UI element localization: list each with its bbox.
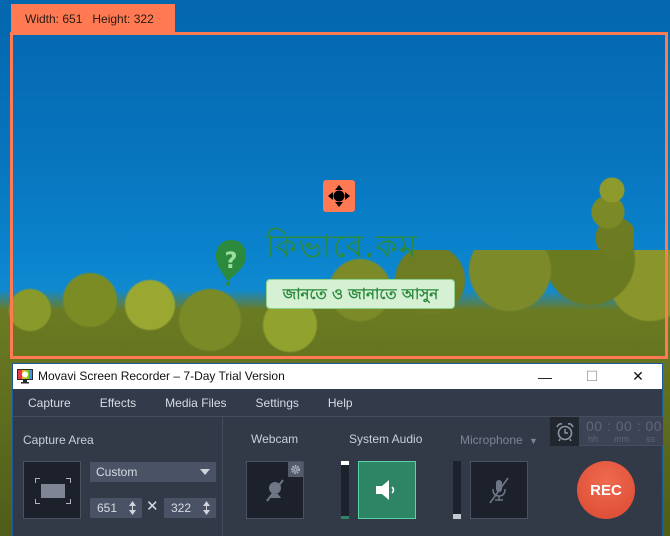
timer-unit-hours: hh	[588, 434, 599, 444]
microphone-label: Microphone	[460, 433, 523, 447]
watermark-tagline: জানতে ও জানাতে আসুন	[266, 279, 455, 309]
close-button[interactable]: ✕	[615, 364, 661, 389]
maximize-button[interactable]: ☐	[569, 364, 615, 389]
area-preset-dropdown[interactable]: Custom	[90, 462, 216, 482]
select-area-button[interactable]	[23, 461, 81, 519]
webcam-off-icon	[266, 479, 284, 502]
app-icon	[17, 369, 33, 384]
timer-value: 00 : 00 : 00	[586, 418, 663, 434]
webcam-toggle[interactable]	[246, 461, 304, 519]
corner-mark	[66, 499, 71, 504]
timer-unit-seconds: ss	[646, 434, 655, 444]
width-spinbox[interactable]: 651	[90, 498, 142, 518]
system-audio-toggle[interactable]	[358, 461, 416, 519]
level-fill	[341, 516, 349, 519]
width-value: 651	[97, 501, 118, 515]
minimize-button[interactable]: —	[522, 364, 568, 389]
system-audio-label: System Audio	[349, 432, 423, 446]
timer: 00 : 00 : 00 hh mm ss	[550, 417, 663, 446]
system-audio-level-meter	[341, 461, 349, 519]
move-handle[interactable]	[323, 180, 355, 212]
spin-arrows-icon[interactable]	[129, 501, 136, 515]
timer-unit-minutes: mm	[614, 434, 629, 444]
recorder-window: Movavi Screen Recorder – 7-Day Trial Ver…	[12, 363, 663, 536]
sources-panel: Webcam System Audio Microphone ▼	[224, 417, 550, 536]
height-value: 322	[171, 501, 192, 515]
menu-effects[interactable]: Effects	[100, 396, 136, 410]
corner-mark	[66, 478, 71, 483]
capture-area-label: Capture Area	[23, 433, 94, 447]
window-title: Movavi Screen Recorder – 7-Day Trial Ver…	[38, 369, 285, 383]
record-panel: 00 : 00 : 00 hh mm ss REC	[550, 417, 663, 536]
speaker-icon	[376, 480, 395, 500]
menu-media-files[interactable]: Media Files	[165, 396, 226, 410]
title-bar[interactable]: Movavi Screen Recorder – 7-Day Trial Ver…	[13, 364, 662, 389]
times-sign: ✕	[146, 498, 159, 515]
level-peak-marker	[341, 461, 349, 465]
microphone-off-icon	[489, 477, 509, 504]
close-icon: ✕	[632, 368, 644, 384]
rec-label: REC	[590, 481, 622, 499]
svg-text:?: ?	[225, 249, 238, 274]
corner-mark	[35, 478, 40, 483]
menu-bar: Capture Effects Media Files Settings Hel…	[13, 389, 662, 417]
maximize-icon: ☐	[585, 368, 599, 384]
microphone-level-meter	[453, 461, 461, 519]
menu-settings[interactable]: Settings	[256, 396, 299, 410]
chevron-down-icon: ▼	[529, 436, 538, 446]
microphone-toggle[interactable]	[470, 461, 528, 519]
menu-help[interactable]: Help	[328, 396, 353, 410]
area-preset-value: Custom	[96, 465, 138, 479]
microphone-dropdown[interactable]: Microphone ▼	[460, 433, 538, 447]
corner-mark	[35, 499, 40, 504]
minimize-icon: —	[538, 368, 552, 385]
alarm-clock-icon	[555, 422, 574, 441]
watermark-title: কিভাবে.কম	[266, 227, 418, 265]
height-spinbox[interactable]: 322	[164, 498, 216, 518]
watermark-question-icon: ?	[215, 240, 246, 286]
capture-dimensions-label: Width: 651 Height: 322	[11, 4, 175, 32]
scheduler-button[interactable]	[550, 417, 579, 446]
capture-area-icon	[41, 484, 65, 498]
gear-icon	[291, 465, 300, 474]
webcam-label: Webcam	[251, 432, 299, 446]
level-fill	[453, 514, 461, 519]
menu-capture[interactable]: Capture	[28, 396, 71, 410]
webcam-settings-button[interactable]	[288, 462, 303, 477]
spin-arrows-icon[interactable]	[203, 501, 210, 515]
chevron-down-icon	[200, 469, 210, 475]
move-icon	[328, 185, 350, 207]
capture-area-panel: Capture Area Custom 651 ✕ 322	[13, 417, 223, 536]
rec-button[interactable]: REC	[577, 461, 635, 519]
